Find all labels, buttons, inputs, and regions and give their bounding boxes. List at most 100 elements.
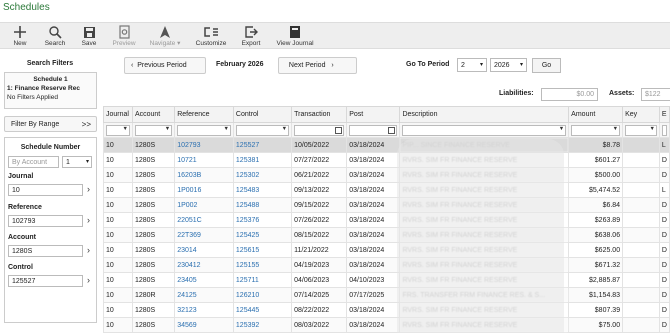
reference-input[interactable]: 102793 — [8, 215, 83, 227]
column-filter[interactable]: ▼ — [571, 124, 621, 136]
column-header[interactable]: Journal — [103, 106, 133, 123]
customize-icon — [192, 24, 230, 40]
filter-dropdown-icon: ▼ — [558, 125, 565, 132]
cell-journal: 10 — [103, 167, 133, 183]
column-header[interactable]: Transaction — [291, 106, 348, 123]
cell-control[interactable]: 125615 — [232, 242, 293, 258]
account-input[interactable]: 1280S — [8, 245, 83, 257]
cell-key — [622, 272, 660, 288]
cell-control[interactable]: 126210 — [232, 287, 293, 303]
table-row[interactable]: 101280S23041212515504/19/202303/18/2024R… — [103, 257, 670, 273]
column-filter[interactable] — [294, 124, 345, 136]
cell-post: 03/18/2024 — [346, 242, 401, 258]
cell-account: 1280S — [131, 182, 176, 198]
cell-reference[interactable]: 1P002 — [174, 197, 234, 213]
cell-control[interactable]: 125711 — [232, 272, 293, 288]
cell-reference[interactable]: 16203B — [174, 167, 234, 183]
preview-button[interactable]: Preview — [108, 24, 140, 48]
chevron-right-icon[interactable]: › — [87, 184, 90, 194]
column-header[interactable]: Control — [232, 106, 293, 123]
table-row[interactable]: 101280S3212312544508/22/202203/18/2024RV… — [103, 302, 670, 318]
cell-journal: 10 — [103, 302, 133, 318]
cell-reference[interactable]: 1P0016 — [174, 182, 234, 198]
column-filter[interactable]: ▼ — [177, 124, 231, 136]
cell-reference[interactable]: 22T369 — [174, 227, 234, 243]
column-header[interactable]: Amount — [568, 106, 624, 123]
cell-control[interactable]: 125483 — [232, 182, 293, 198]
column-header[interactable]: Description — [399, 106, 570, 123]
table-row[interactable]: 101280S1P00212548809/15/202203/18/2024RV… — [103, 197, 670, 213]
table-row[interactable]: 101280S22T36912542508/15/202203/18/2024R… — [103, 227, 670, 243]
chevron-right-icon[interactable]: › — [87, 215, 90, 225]
cell-reference[interactable]: 10721 — [174, 152, 234, 168]
cell-e: D — [658, 167, 670, 183]
save-button[interactable]: Save — [78, 24, 100, 48]
by-account-input[interactable]: By Account — [8, 156, 59, 168]
previous-period-button[interactable]: ‹ Previous Period — [124, 57, 206, 74]
column-filter[interactable] — [661, 124, 667, 136]
period-select[interactable]: 2 ▾ — [457, 58, 487, 72]
new-label: New — [13, 40, 27, 47]
cell-control[interactable]: 125527 — [232, 137, 293, 153]
cell-key — [622, 182, 660, 198]
table-row[interactable]: 101280S1072112538107/27/202203/18/2024RV… — [103, 152, 670, 168]
cell-control[interactable]: 125381 — [232, 152, 293, 168]
view-journal-button[interactable]: View Journal — [272, 24, 318, 48]
cell-reference[interactable]: 23405 — [174, 272, 234, 288]
calendar-icon[interactable] — [388, 126, 396, 134]
filter-by-range-button[interactable]: Filter By Range >> — [4, 116, 97, 132]
new-button[interactable]: New — [8, 24, 32, 48]
table-row[interactable]: 101280S3456912539208/03/202203/18/2024RV… — [103, 317, 670, 333]
table-row[interactable]: 101280S1P001612548309/13/202203/18/2024R… — [103, 182, 670, 198]
table-row[interactable]: 101280S16203B12530206/21/202203/18/2024R… — [103, 167, 670, 183]
journal-input[interactable]: 10 — [8, 184, 83, 196]
cell-reference[interactable]: 22051C — [174, 212, 234, 228]
column-filter[interactable] — [349, 124, 398, 136]
cell-control[interactable]: 125445 — [232, 302, 293, 318]
no-filters-text: No Filters Applied — [7, 94, 58, 101]
column-filter[interactable]: ▼ — [106, 124, 130, 136]
cell-control[interactable]: 125302 — [232, 167, 293, 183]
go-button[interactable]: Go — [532, 58, 561, 73]
table-row[interactable]: 101280R2412512621007/14/202507/17/2025FR… — [103, 287, 670, 303]
column-filter[interactable]: ▼ — [134, 124, 173, 136]
column-filter[interactable]: ▼ — [402, 124, 567, 136]
table-row[interactable]: 101280S2340512571104/06/202304/10/2023RV… — [103, 272, 670, 288]
export-button[interactable]: Export — [238, 24, 264, 48]
cell-reference[interactable]: 32123 — [174, 302, 234, 318]
navigate-button[interactable]: Navigate ▾ — [145, 24, 185, 48]
year-select[interactable]: 2026 ▾ — [490, 58, 527, 72]
next-period-button[interactable]: Next Period › — [278, 57, 357, 74]
chevron-right-icon[interactable]: › — [87, 245, 90, 255]
schedule-number-select[interactable]: 1 ▾ — [62, 156, 92, 168]
table-row[interactable]: 101280S10279312552710/05/202203/18/2024P… — [103, 137, 670, 153]
column-filter[interactable]: ▼ — [625, 124, 657, 136]
table-row[interactable]: 101280S22051C12537607/26/202203/18/2024R… — [103, 212, 670, 228]
control-input[interactable]: 125527 — [8, 275, 83, 287]
column-header[interactable]: Account — [131, 106, 176, 123]
cell-reference[interactable]: 23014 — [174, 242, 234, 258]
table-row[interactable]: 101280S2301412561511/21/202203/18/2024RV… — [103, 242, 670, 258]
calendar-icon[interactable] — [335, 126, 343, 134]
cell-account: 1280S — [131, 227, 176, 243]
search-button[interactable]: Search — [42, 24, 68, 48]
app-title: Schedules — [3, 2, 50, 13]
cell-control[interactable]: 125425 — [232, 227, 293, 243]
cell-reference[interactable]: 34569 — [174, 317, 234, 333]
cell-amount: $638.06 — [568, 227, 624, 243]
column-header[interactable]: Key — [622, 106, 660, 123]
column-filter[interactable]: ▼ — [235, 124, 290, 136]
assets-label: Assets: — [609, 90, 635, 97]
cell-control[interactable]: 125376 — [232, 212, 293, 228]
chevron-right-icon[interactable]: › — [87, 275, 90, 285]
column-header[interactable]: Post — [346, 106, 401, 123]
cell-control[interactable]: 125488 — [232, 197, 293, 213]
cell-reference[interactable]: 102793 — [174, 137, 234, 153]
column-header[interactable]: E — [658, 106, 670, 123]
cell-control[interactable]: 125155 — [232, 257, 293, 273]
cell-reference[interactable]: 230412 — [174, 257, 234, 273]
cell-control[interactable]: 125392 — [232, 317, 293, 333]
column-header[interactable]: Reference — [174, 106, 234, 123]
cell-reference[interactable]: 24125 — [174, 287, 234, 303]
customize-button[interactable]: Customize — [192, 24, 230, 48]
